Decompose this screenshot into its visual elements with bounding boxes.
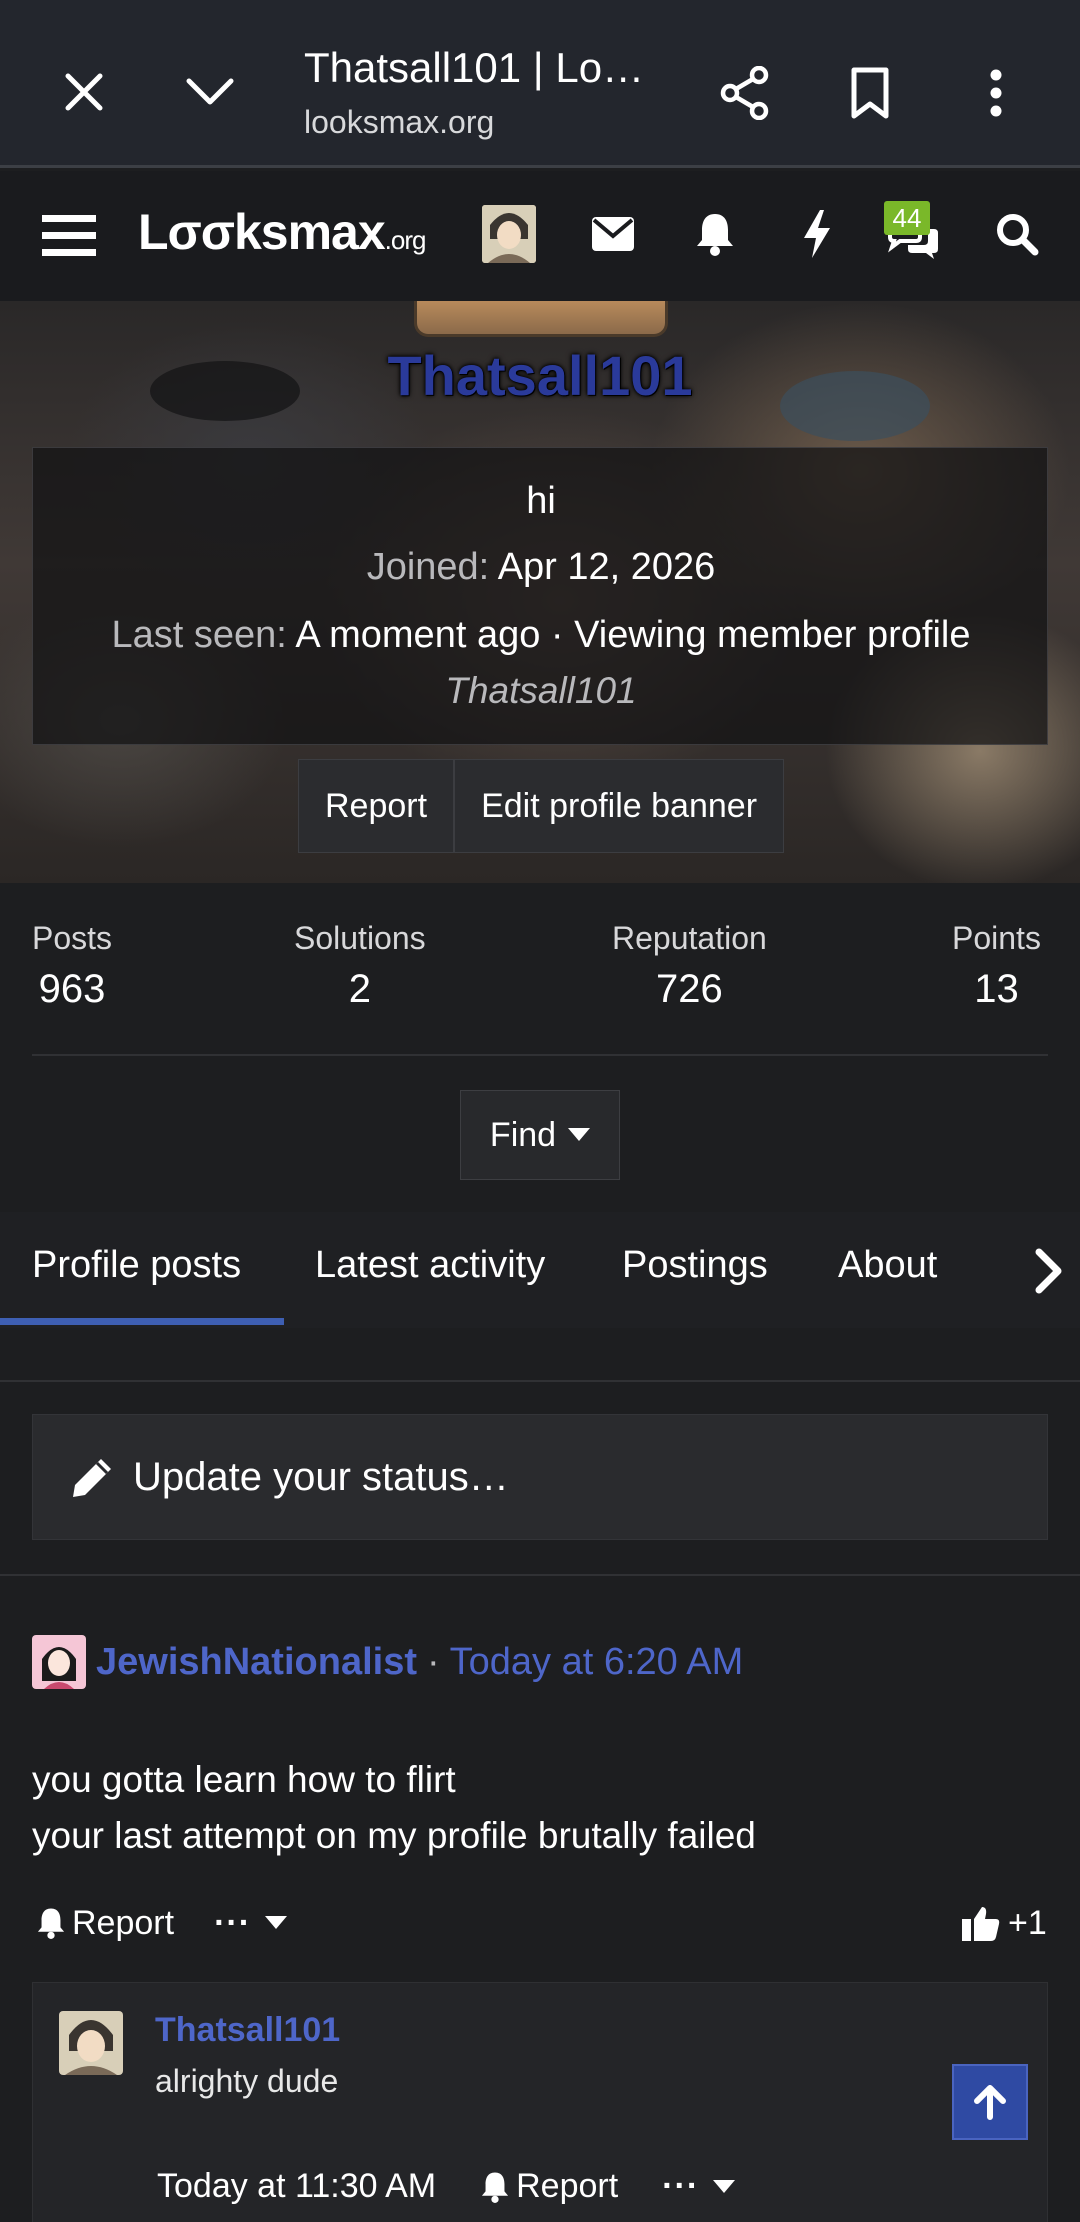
active-tab-indicator [0, 1318, 284, 1325]
more-icon: ··· [214, 1903, 252, 1942]
divider [32, 1054, 1048, 1056]
caret-down-icon [265, 1916, 288, 1929]
menu-icon[interactable] [40, 207, 98, 265]
post-report-button[interactable]: Report [36, 1904, 174, 1943]
tab-latest-activity[interactable]: Latest activity [315, 1244, 545, 1287]
stat-reputation[interactable]: Reputation 726 [612, 920, 767, 1012]
edit-banner-button[interactable]: Edit profile banner [454, 759, 785, 853]
stat-solutions[interactable]: Solutions 2 [294, 920, 426, 1012]
reply-time-link[interactable]: Today at 11:30 AM [157, 2167, 436, 2206]
caret-down-icon [713, 2179, 736, 2193]
report-profile-button[interactable]: Report [298, 759, 455, 853]
chevron-right-icon[interactable] [1034, 1248, 1064, 1299]
bell-icon [37, 1908, 65, 1939]
scroll-to-top-button[interactable] [952, 2064, 1028, 2140]
banner-actions: Report Edit profile banner [298, 759, 785, 853]
post-text-line: you gotta learn how to flirt [32, 1759, 456, 1800]
reply-comment: Thatsall101 alrighty dude Today at 11:30… [32, 1982, 1048, 2222]
more-icon: ··· [662, 2167, 700, 2205]
reaction-count: +1 [1008, 1903, 1047, 1942]
reply-report-label: Report [516, 2167, 619, 2205]
share-icon[interactable] [716, 64, 774, 122]
stat-value: 963 [38, 967, 106, 1011]
post-text-line: your last attempt on my profile brutally… [32, 1815, 756, 1856]
post-header: JewishNationalist · Today at 6:20 AM [32, 1634, 743, 1690]
reply-report-button[interactable]: Report [480, 2167, 618, 2206]
stat-label: Reputation [612, 920, 767, 956]
post-actions: Report ··· [36, 1898, 288, 1948]
post-author-link[interactable]: JewishNationalist [96, 1641, 417, 1684]
site-logo[interactable]: Lσσksmax.org [138, 203, 426, 261]
stat-value: 13 [974, 967, 1019, 1011]
separator: · [426, 1640, 440, 1683]
browser-url[interactable]: looksmax.org [304, 104, 494, 141]
divider [0, 1380, 1080, 1382]
stat-points[interactable]: Points 13 [952, 920, 1041, 1012]
post-report-label: Report [72, 1903, 175, 1942]
conversations-badge: 44 [884, 201, 930, 235]
stat-label: Posts [32, 920, 113, 956]
like-button[interactable]: +1 [962, 1898, 1047, 1948]
stat-posts[interactable]: Posts 963 [32, 920, 112, 1012]
profile-username: Thatsall101 [387, 344, 693, 407]
close-icon[interactable] [56, 64, 112, 120]
site-header: Lσσksmax.org 44 [0, 171, 1080, 301]
bell-icon [482, 2171, 509, 2203]
stat-label: Solutions [294, 920, 426, 956]
profile-info-box: hi Joined: Apr 12, 2026 Last seen: A mom… [32, 447, 1048, 745]
post-body: you gotta learn how to flirt your last a… [32, 1752, 756, 1864]
reply-more-menu[interactable]: ··· [662, 2167, 736, 2206]
reply-author-avatar[interactable] [59, 2011, 123, 2075]
browser-toolbar: Thatsall101 | Lo… looksmax.org [0, 0, 1080, 168]
find-dropdown-button[interactable]: Find [460, 1090, 620, 1180]
stat-value: 2 [348, 967, 371, 1011]
last-seen-line: Last seen: A moment ago · Viewing member… [33, 614, 1049, 657]
thumbs-up-icon [962, 1907, 1000, 1941]
chevron-down-icon[interactable] [182, 64, 238, 120]
arrow-up-icon [974, 2085, 1006, 2120]
reply-author-link[interactable]: Thatsall101 [155, 2011, 340, 2050]
user-avatar[interactable] [482, 205, 536, 263]
stat-label: Points [952, 920, 1041, 956]
browser-tab-title[interactable]: Thatsall101 | Lo… [304, 44, 644, 92]
profile-status: hi [526, 480, 556, 522]
reply-actions: Today at 11:30 AM Report ··· [157, 2167, 736, 2206]
last-seen-label: Last seen: [111, 614, 287, 656]
profile-avatar[interactable] [414, 301, 668, 337]
divider [0, 1574, 1080, 1576]
bell-icon[interactable] [694, 211, 736, 257]
tab-postings[interactable]: Postings [622, 1244, 768, 1287]
search-icon[interactable] [994, 211, 1040, 257]
bookmark-icon[interactable] [844, 64, 896, 122]
mail-icon[interactable] [592, 213, 634, 255]
update-status-placeholder: Update your status… [133, 1454, 509, 1499]
caret-down-icon [568, 1128, 591, 1141]
joined-label: Joined: [366, 546, 490, 588]
profile-banner: Thatsall101 hi Joined: Apr 12, 2026 Last… [0, 301, 1080, 883]
joined-line: Joined: Apr 12, 2026 [33, 546, 1049, 589]
update-status-input[interactable]: Update your status… [32, 1414, 1048, 1540]
profile-tabs: Profile posts Latest activity Postings A… [0, 1212, 1080, 1328]
post-time-link[interactable]: Today at 6:20 AM [450, 1641, 744, 1684]
tab-profile-posts[interactable]: Profile posts [32, 1244, 241, 1287]
post-more-menu[interactable]: ··· [214, 1903, 288, 1943]
find-label: Find [489, 1115, 557, 1154]
last-seen-target[interactable]: Thatsall101 [33, 670, 1049, 712]
last-seen-value: A moment ago · Viewing member profile [295, 614, 971, 656]
tab-about[interactable]: About [838, 1244, 937, 1287]
stat-value: 726 [656, 967, 723, 1011]
joined-value: Apr 12, 2026 [497, 546, 716, 588]
pencil-icon [73, 1459, 111, 1497]
more-vertical-icon[interactable] [976, 64, 1016, 122]
post-author-avatar[interactable] [32, 1635, 86, 1689]
reply-text: alrighty dude [155, 2063, 339, 2099]
lightning-icon[interactable] [800, 209, 834, 259]
